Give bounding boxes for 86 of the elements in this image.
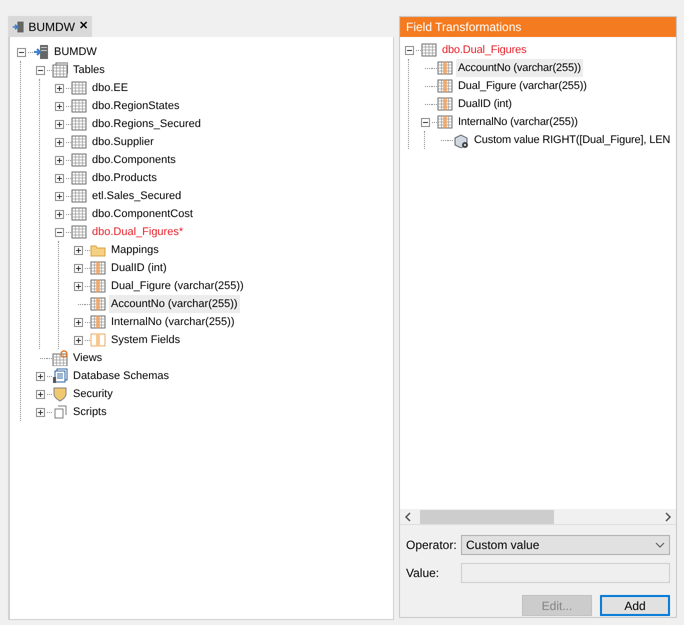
expand-icon[interactable] xyxy=(54,120,64,128)
server-icon xyxy=(12,18,24,34)
tree-item[interactable]: InternalNo (varchar(255)) xyxy=(109,312,236,332)
column-icon xyxy=(90,314,106,330)
table-icon xyxy=(71,134,87,150)
expand-icon[interactable] xyxy=(36,372,44,380)
expand-icon[interactable] xyxy=(74,282,82,290)
scripts-icon xyxy=(52,404,68,420)
expand-icon[interactable] xyxy=(74,246,82,254)
scroll-left-icon[interactable] xyxy=(404,512,412,522)
tree-item[interactable]: Database Schemas xyxy=(71,366,171,386)
expand-icon[interactable] xyxy=(54,102,64,110)
expand-icon[interactable] xyxy=(36,408,44,416)
table-icon xyxy=(71,116,87,132)
tree-item[interactable]: Security xyxy=(71,384,115,404)
tree-item[interactable]: Tables xyxy=(71,60,107,80)
operator-dropdown[interactable]: Custom value xyxy=(461,535,670,555)
add-button[interactable]: Add xyxy=(600,595,670,616)
tree-item[interactable]: AccountNo (varchar(255)) xyxy=(109,294,240,314)
tree-item[interactable]: Views xyxy=(71,348,104,368)
tree-item[interactable]: Dual_Figure (varchar(255)) xyxy=(109,276,246,296)
column-icon xyxy=(437,78,453,94)
tree-item[interactable]: dbo.ComponentCost xyxy=(90,204,195,224)
table-icon xyxy=(71,152,87,168)
views-icon xyxy=(52,350,68,366)
value-label: Value: xyxy=(406,565,440,582)
tree-item[interactable]: System Fields xyxy=(109,330,182,350)
collapse-icon[interactable] xyxy=(54,228,64,236)
chevron-down-icon xyxy=(655,542,665,548)
table-icon xyxy=(71,224,87,240)
tree-item[interactable]: Custom value RIGHT([Dual_Figure], LEN xyxy=(472,130,672,150)
column-icon xyxy=(90,278,106,294)
tree-item[interactable]: DualID (int) xyxy=(456,94,514,114)
column-icon xyxy=(437,96,453,112)
tree-item[interactable]: Mappings xyxy=(109,240,161,260)
tree-item[interactable]: dbo.Dual_Figures xyxy=(440,40,528,60)
column-icon xyxy=(90,296,106,312)
expand-icon[interactable] xyxy=(74,264,82,272)
expand-icon[interactable] xyxy=(54,210,64,218)
horizontal-scrollbar[interactable] xyxy=(400,509,676,525)
tree-item[interactable]: DualID (int) xyxy=(109,258,169,278)
document-tab[interactable]: BUMDW ✕ xyxy=(8,16,92,37)
expand-icon[interactable] xyxy=(54,192,64,200)
schemas-icon xyxy=(52,368,68,384)
tree-item[interactable]: BUMDW xyxy=(52,42,99,62)
collapse-icon[interactable] xyxy=(16,48,26,56)
expand-icon[interactable] xyxy=(54,156,64,164)
scroll-right-icon[interactable] xyxy=(664,512,672,522)
tree-item[interactable]: dbo.EE xyxy=(90,78,130,98)
table-icon xyxy=(71,188,87,204)
tree-item[interactable]: dbo.RegionStates xyxy=(90,96,182,116)
tables-icon xyxy=(52,62,68,78)
tree-item[interactable]: dbo.Components xyxy=(90,150,178,170)
column-icon xyxy=(90,260,106,276)
expand-icon[interactable] xyxy=(54,174,64,182)
tree-item[interactable]: dbo.Dual_Figures* xyxy=(90,222,186,242)
close-button[interactable]: ✕ xyxy=(79,21,88,32)
tree-item[interactable]: etl.Sales_Secured xyxy=(90,186,184,206)
table-icon xyxy=(71,80,87,96)
tree-item[interactable]: Scripts xyxy=(71,402,109,422)
tree-item[interactable]: dbo.Supplier xyxy=(90,132,156,152)
server-icon xyxy=(33,44,49,60)
table-icon xyxy=(71,170,87,186)
table-icon xyxy=(71,206,87,222)
operator-label: Operator: xyxy=(406,537,458,554)
cube-gear-icon xyxy=(453,132,469,148)
table-icon xyxy=(421,42,437,58)
collapse-icon[interactable] xyxy=(36,66,44,74)
column-icon xyxy=(437,114,453,130)
expand-icon[interactable] xyxy=(36,390,44,398)
collapse-icon[interactable] xyxy=(404,46,414,54)
expand-icon[interactable] xyxy=(74,336,82,344)
collapse-icon[interactable] xyxy=(420,118,430,126)
tree-item[interactable]: dbo.Regions_Secured xyxy=(90,114,203,134)
expand-icon[interactable] xyxy=(54,138,64,146)
expand-icon[interactable] xyxy=(54,84,64,92)
tree-item[interactable]: dbo.Products xyxy=(90,168,159,188)
panel-title: Field Transformations xyxy=(400,17,676,37)
table-icon xyxy=(71,98,87,114)
tree-item[interactable]: Dual_Figure (varchar(255)) xyxy=(456,76,589,96)
column-icon xyxy=(437,60,453,76)
expand-icon[interactable] xyxy=(74,318,82,326)
fields-icon xyxy=(90,332,106,348)
tab-title: BUMDW xyxy=(28,18,75,36)
tree-item[interactable]: AccountNo (varchar(255)) xyxy=(456,58,583,78)
tree-item[interactable]: InternalNo (varchar(255)) xyxy=(456,112,580,132)
